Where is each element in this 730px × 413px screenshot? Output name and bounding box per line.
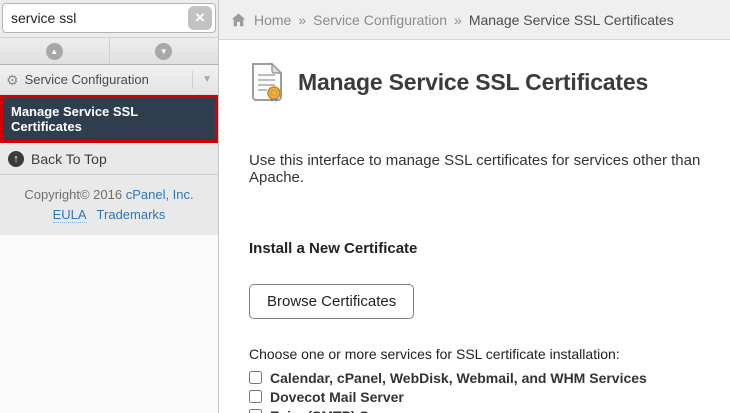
back-to-top-link[interactable]: ↑ Back To Top bbox=[0, 143, 218, 174]
browse-certificates-button[interactable]: Browse Certificates bbox=[249, 284, 415, 319]
service-checkbox-calendar-cpanel[interactable] bbox=[249, 371, 262, 384]
breadcrumb-service-configuration[interactable]: Service Configuration bbox=[313, 12, 447, 28]
sidebar-search-bar: × bbox=[0, 0, 218, 38]
arrow-up-circle-icon: ↑ bbox=[8, 150, 24, 167]
sidebar-item-label: Manage Service SSL Certificates bbox=[11, 104, 138, 134]
service-checkbox-dovecot[interactable] bbox=[249, 390, 262, 403]
divider bbox=[192, 70, 194, 89]
search-result-nav: ▲ ▼ bbox=[0, 38, 218, 65]
install-certificate-heading: Install a New Certificate bbox=[249, 240, 418, 257]
breadcrumb-bar: Home » Service Configuration » Manage Se… bbox=[219, 0, 730, 40]
arrow-down-icon: ▼ bbox=[155, 42, 173, 60]
breadcrumb-home[interactable]: Home bbox=[254, 12, 291, 28]
service-label: Dovecot Mail Server bbox=[270, 388, 404, 405]
service-label: Calendar, cPanel, WebDisk, Webmail, and … bbox=[270, 369, 647, 386]
search-clear-icon[interactable]: × bbox=[188, 6, 212, 30]
app-window: × ▲ ▼ ⚙ Service Configuration ▼ Manage S bbox=[0, 0, 730, 413]
sidebar-item-manage-service-ssl-certificates[interactable]: Manage Service SSL Certificates bbox=[0, 95, 218, 143]
service-row-exim: Exim (SMTP) Server bbox=[249, 406, 712, 413]
service-row-calendar-cpanel: Calendar, cPanel, WebDisk, Webmail, and … bbox=[249, 368, 712, 387]
eula-link[interactable]: EULA bbox=[52, 206, 87, 223]
sidebar-footer: Copyright© 2016 cPanel, Inc. EULA Tradema… bbox=[0, 175, 218, 235]
breadcrumb: Home » Service Configuration » Manage Se… bbox=[231, 12, 674, 28]
page-title: Manage Service SSL Certificates bbox=[298, 68, 649, 95]
service-checkbox-exim[interactable] bbox=[249, 409, 262, 413]
breadcrumb-separator: » bbox=[454, 11, 462, 28]
service-checkbox-list: Calendar, cPanel, WebDisk, Webmail, and … bbox=[249, 368, 712, 413]
gear-icon: ⚙ bbox=[6, 71, 19, 88]
cpanel-inc-link[interactable]: cPanel, Inc. bbox=[126, 187, 194, 202]
chevron-down-icon: ▼ bbox=[202, 74, 212, 85]
sidebar-section-label: Service Configuration bbox=[24, 72, 149, 87]
certificate-document-icon bbox=[249, 62, 285, 102]
sidebar: × ▲ ▼ ⚙ Service Configuration ▼ Manage S bbox=[0, 0, 219, 413]
sidebar-section-service-configuration[interactable]: ⚙ Service Configuration ▼ bbox=[0, 65, 218, 95]
copyright-text: Copyright© 2016 bbox=[24, 187, 126, 202]
breadcrumb-separator: » bbox=[298, 11, 307, 28]
home-icon bbox=[231, 13, 246, 27]
main-panel: Home » Service Configuration » Manage Se… bbox=[219, 0, 730, 413]
trademarks-link[interactable]: Trademarks bbox=[97, 207, 166, 222]
page-content: Manage Service SSL Certificates Use this… bbox=[219, 40, 730, 413]
arrow-up-icon: ▲ bbox=[45, 42, 63, 60]
search-prev-button[interactable]: ▲ bbox=[0, 38, 109, 64]
service-label: Exim (SMTP) Server bbox=[270, 408, 403, 413]
search-input[interactable] bbox=[2, 3, 216, 33]
search-next-button[interactable]: ▼ bbox=[108, 38, 219, 64]
page-description: Use this interface to manage SSL certifi… bbox=[249, 152, 701, 186]
breadcrumb-current-page: Manage Service SSL Certificates bbox=[468, 11, 674, 28]
service-row-dovecot: Dovecot Mail Server bbox=[249, 387, 712, 406]
back-to-top-label: Back To Top bbox=[31, 150, 107, 167]
choose-services-label: Choose one or more services for SSL cert… bbox=[249, 346, 620, 362]
